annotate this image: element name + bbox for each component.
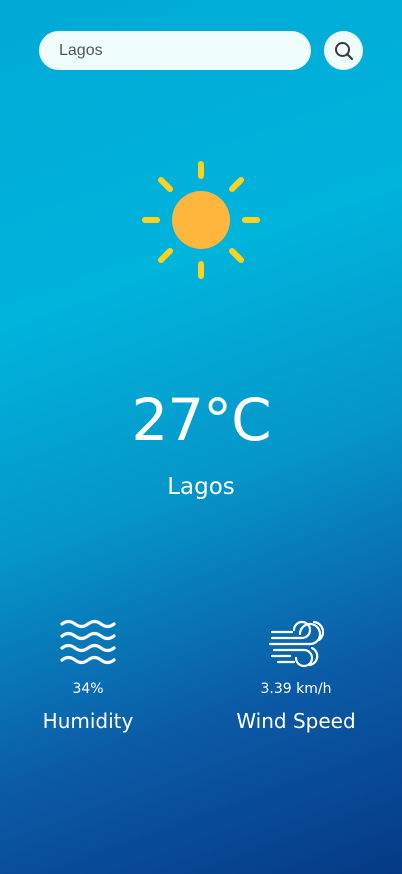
humidity-label: Humidity — [42, 709, 134, 733]
search-icon — [334, 41, 353, 60]
humidity-value: 34% — [72, 681, 104, 697]
wind-icon — [268, 620, 324, 668]
wind-speed-label: Wind Speed — [236, 709, 356, 733]
humidity-waves-icon — [60, 619, 116, 665]
search-button[interactable] — [324, 31, 363, 70]
wind-panel: 3.39 km/h Wind Speed — [226, 618, 366, 734]
weather-app: // keep placeholder bound separately (at… — [0, 0, 402, 874]
search-bar — [39, 31, 311, 70]
humidity-panel: 34% Humidity — [28, 618, 148, 734]
search-input[interactable] — [39, 31, 311, 70]
sun-icon — [142, 161, 260, 279]
city-name: Lagos — [167, 474, 235, 500]
temperature: 27°C — [131, 386, 271, 454]
wind-speed-value: 3.39 km/h — [260, 681, 332, 697]
